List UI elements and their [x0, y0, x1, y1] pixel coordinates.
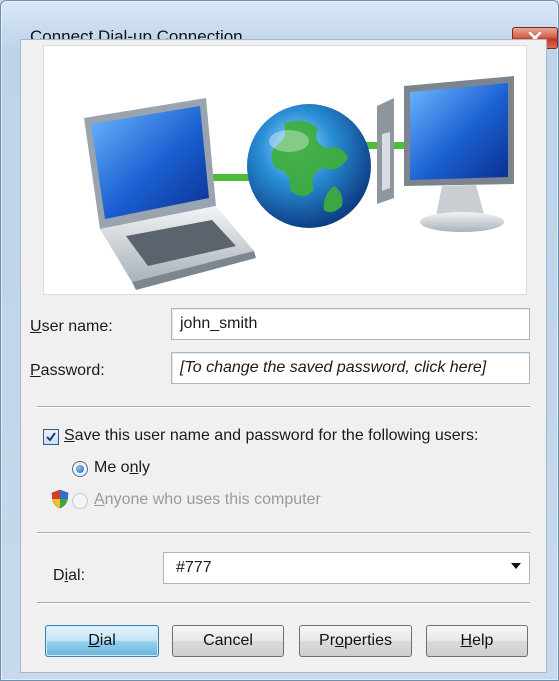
separator-2: [37, 532, 530, 534]
username-input[interactable]: john_smith: [171, 308, 530, 340]
dial-label: Dial:: [53, 567, 86, 584]
separator-1: [37, 406, 530, 408]
save-credentials-label[interactable]: Save this user name and password for the…: [64, 426, 478, 446]
username-label: User name:: [30, 318, 113, 335]
password-label: Password:: [30, 362, 105, 379]
dial-number-combobox[interactable]: #777: [163, 552, 530, 584]
cancel-button[interactable]: Cancel: [172, 625, 284, 657]
globe-icon: [247, 104, 371, 228]
desktop-computer-icon: [377, 76, 514, 232]
password-placeholder-link[interactable]: [To change the saved password, click her…: [180, 359, 486, 376]
dialog-window: Connect Dial-up Connection User name: jo…: [0, 0, 559, 681]
laptop-icon: [84, 98, 256, 290]
password-input[interactable]: [To change the saved password, click her…: [171, 352, 530, 384]
properties-button[interactable]: Pr o perties: [299, 625, 412, 657]
save-credentials-checkbox[interactable]: [43, 429, 59, 445]
separator-3: [37, 602, 530, 604]
anyone-radio: [72, 493, 88, 509]
uac-shield-icon: [51, 489, 69, 509]
dialog-client-area: User name: john_smith Password: [To chan…: [20, 39, 547, 673]
anyone-label: Anyone who uses this computer: [94, 491, 321, 508]
username-value: john_smith: [180, 315, 258, 332]
network-banner-image: [43, 45, 527, 295]
help-button[interactable]: Help: [426, 625, 528, 657]
radio-selected-dot: [76, 465, 84, 473]
title-bar[interactable]: Connect Dial-up Connection: [1, 1, 558, 49]
me-only-radio[interactable]: [72, 461, 88, 477]
dial-button[interactable]: Dial: [45, 625, 159, 657]
dropdown-arrow-icon[interactable]: [511, 563, 521, 569]
me-only-label[interactable]: Me only: [94, 458, 150, 478]
checkmark-icon: [46, 432, 56, 442]
dial-number-value: #777: [176, 559, 212, 576]
